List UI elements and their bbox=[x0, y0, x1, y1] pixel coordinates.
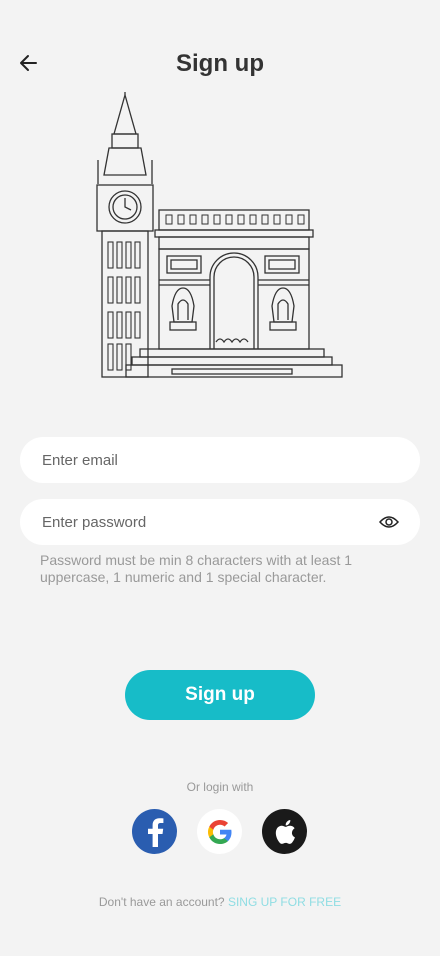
apple-login-button[interactable] bbox=[262, 809, 307, 854]
toggle-password-visibility-button[interactable] bbox=[378, 511, 400, 533]
footer: Don't have an account? SING UP FOR FREE bbox=[0, 895, 440, 909]
footer-prompt: Don't have an account? bbox=[98, 895, 225, 909]
password-input[interactable] bbox=[40, 512, 378, 532]
google-icon bbox=[207, 819, 231, 844]
password-hint: Password must be min 8 characters with a… bbox=[40, 552, 353, 585]
facebook-icon bbox=[147, 817, 163, 847]
signup-free-link[interactable]: SING UP FOR FREE bbox=[228, 895, 341, 909]
signup-button[interactable]: Sign up bbox=[125, 670, 315, 720]
email-field[interactable] bbox=[20, 437, 420, 483]
google-login-button[interactable] bbox=[197, 809, 242, 854]
social-login-label: Or login with bbox=[186, 780, 254, 794]
apple-icon bbox=[275, 819, 295, 844]
password-field[interactable] bbox=[20, 499, 420, 545]
eye-icon bbox=[379, 516, 399, 528]
page-title: Sign up bbox=[176, 50, 264, 77]
facebook-login-button[interactable] bbox=[132, 809, 177, 854]
landmarks-illustration bbox=[92, 92, 348, 384]
header: Sign up bbox=[0, 40, 440, 88]
email-input[interactable] bbox=[40, 450, 400, 470]
